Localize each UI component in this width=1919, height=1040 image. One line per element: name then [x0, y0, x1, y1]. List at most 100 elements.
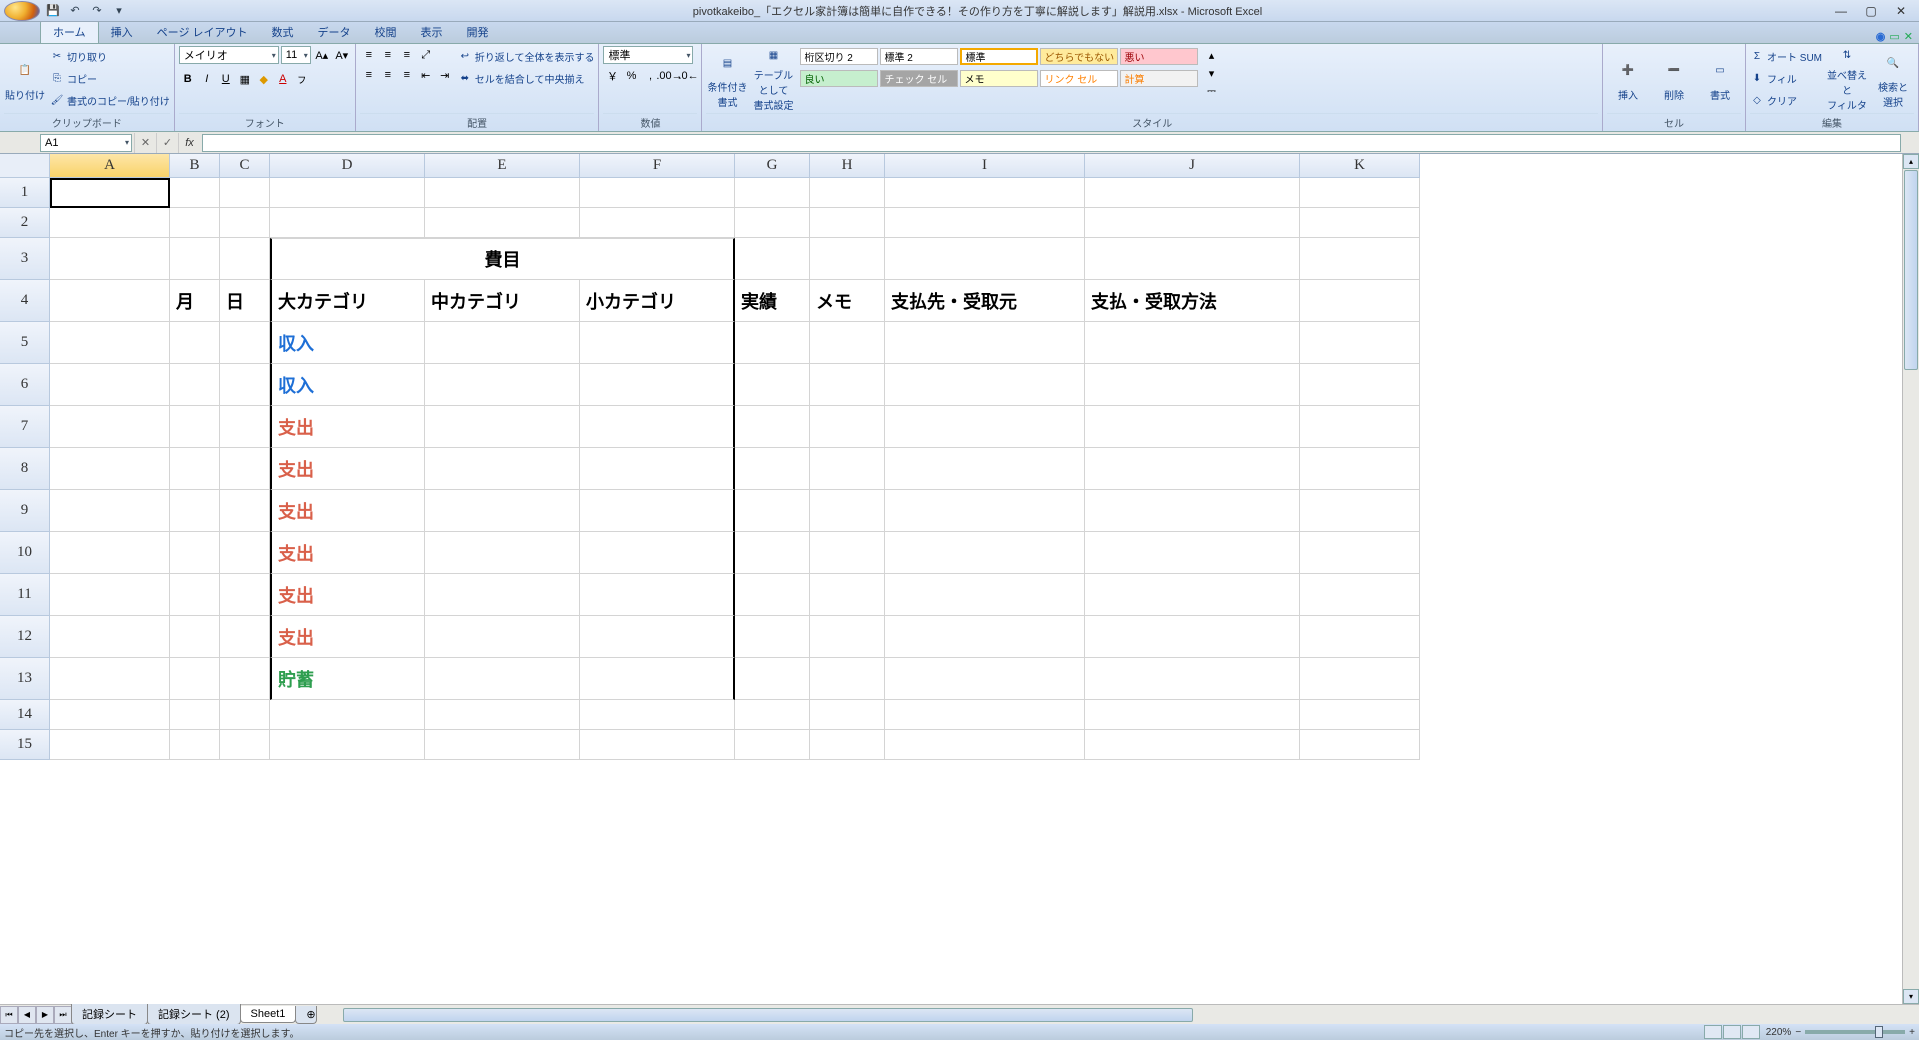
tab-insert[interactable]: 挿入 — [99, 21, 145, 43]
style-chip-neutral[interactable]: どちらでもない — [1040, 48, 1118, 65]
cell-I2[interactable] — [885, 208, 1085, 238]
cell-C5[interactable] — [220, 322, 270, 364]
page-break-view-button[interactable] — [1742, 1025, 1760, 1039]
row-header-11[interactable]: 11 — [0, 574, 50, 616]
cell-H6[interactable] — [810, 364, 885, 406]
cell-B5[interactable] — [170, 322, 220, 364]
cell-I8[interactable] — [885, 448, 1085, 490]
row-header-6[interactable]: 6 — [0, 364, 50, 406]
cell-C4[interactable]: 日 — [220, 280, 270, 322]
sheet-tab-3[interactable]: Sheet1 — [240, 1006, 297, 1023]
wrap-text-button[interactable]: ↩折り返して全体を表示する — [458, 46, 595, 66]
cell-K6[interactable] — [1300, 364, 1420, 406]
fill-button[interactable]: ⬇フィル — [1750, 68, 1822, 88]
style-scroll-down-icon[interactable]: ▾ — [1204, 64, 1218, 82]
cell-I10[interactable] — [885, 532, 1085, 574]
row-header-4[interactable]: 4 — [0, 280, 50, 322]
cell-G3[interactable] — [735, 238, 810, 280]
scroll-thumb[interactable] — [1904, 170, 1918, 370]
paste-button[interactable]: 📋 貼り付け — [4, 46, 46, 112]
cell-A5[interactable] — [50, 322, 170, 364]
row-header-13[interactable]: 13 — [0, 658, 50, 700]
style-scroll-up-icon[interactable]: ▴ — [1204, 46, 1218, 64]
cell-D3-F3-merged[interactable]: 費目 — [270, 238, 735, 280]
row-header-3[interactable]: 3 — [0, 238, 50, 280]
cell-E4[interactable]: 中カテゴリ — [425, 280, 580, 322]
cell-G15[interactable] — [735, 730, 810, 760]
cell-K11[interactable] — [1300, 574, 1420, 616]
cell-D8[interactable]: 支出 — [270, 448, 425, 490]
zoom-knob[interactable] — [1875, 1026, 1883, 1038]
cancel-formula-icon[interactable]: ✕ — [134, 133, 156, 153]
column-header-K[interactable]: K — [1300, 154, 1420, 178]
cell-B14[interactable] — [170, 700, 220, 730]
clear-button[interactable]: ◇クリア — [1750, 90, 1822, 110]
cell-F2[interactable] — [580, 208, 735, 238]
zoom-out-button[interactable]: − — [1795, 1027, 1801, 1038]
cell-I15[interactable] — [885, 730, 1085, 760]
cell-D1[interactable] — [270, 178, 425, 208]
row-header-15[interactable]: 15 — [0, 730, 50, 760]
align-middle-button[interactable]: ≡ — [379, 46, 397, 64]
first-sheet-button[interactable]: ⏮ — [0, 1006, 18, 1024]
cell-H10[interactable] — [810, 532, 885, 574]
cell-E6[interactable] — [425, 364, 580, 406]
cell-D10[interactable]: 支出 — [270, 532, 425, 574]
row-header-8[interactable]: 8 — [0, 448, 50, 490]
row-header-10[interactable]: 10 — [0, 532, 50, 574]
cell-J9[interactable] — [1085, 490, 1300, 532]
cell-K8[interactable] — [1300, 448, 1420, 490]
maximize-button[interactable]: ▢ — [1857, 2, 1885, 20]
help-icon[interactable]: ◉ — [1876, 30, 1886, 43]
zoom-level[interactable]: 220% — [1766, 1027, 1792, 1038]
cell-A8[interactable] — [50, 448, 170, 490]
style-chip-link[interactable]: リンク セル — [1040, 70, 1118, 87]
tab-page-layout[interactable]: ページ レイアウト — [145, 21, 260, 43]
row-header-7[interactable]: 7 — [0, 406, 50, 448]
cell-C10[interactable] — [220, 532, 270, 574]
cell-D2[interactable] — [270, 208, 425, 238]
redo-icon[interactable]: ↷ — [88, 3, 106, 19]
cell-I1[interactable] — [885, 178, 1085, 208]
cell-K1[interactable] — [1300, 178, 1420, 208]
page-layout-view-button[interactable] — [1723, 1025, 1741, 1039]
close-workbook-icon[interactable]: ✕ — [1904, 30, 1913, 43]
cell-E5[interactable] — [425, 322, 580, 364]
cell-I4[interactable]: 支払先・受取元 — [885, 280, 1085, 322]
conditional-format-button[interactable]: ▤条件付き 書式 — [706, 46, 748, 112]
cell-E10[interactable] — [425, 532, 580, 574]
insert-cells-button[interactable]: ➕挿入 — [1607, 46, 1649, 112]
cell-K13[interactable] — [1300, 658, 1420, 700]
undo-icon[interactable]: ↶ — [66, 3, 84, 19]
style-chip-standard[interactable]: 標準 — [960, 48, 1038, 65]
row-header-14[interactable]: 14 — [0, 700, 50, 730]
style-chip-check[interactable]: チェック セル — [880, 70, 958, 87]
tab-data[interactable]: データ — [306, 21, 363, 43]
delete-cells-button[interactable]: ➖削除 — [1653, 46, 1695, 112]
last-sheet-button[interactable]: ⏭ — [54, 1006, 72, 1024]
row-header-5[interactable]: 5 — [0, 322, 50, 364]
italic-button[interactable]: I — [198, 70, 216, 88]
cell-K10[interactable] — [1300, 532, 1420, 574]
cell-A9[interactable] — [50, 490, 170, 532]
number-format-combo[interactable]: 標準 — [603, 46, 693, 64]
column-header-G[interactable]: G — [735, 154, 810, 178]
row-header-2[interactable]: 2 — [0, 208, 50, 238]
cell-G4[interactable]: 実績 — [735, 280, 810, 322]
align-center-button[interactable]: ≡ — [379, 66, 397, 84]
cell-H11[interactable] — [810, 574, 885, 616]
cell-J14[interactable] — [1085, 700, 1300, 730]
align-right-button[interactable]: ≡ — [398, 66, 416, 84]
cell-B1[interactable] — [170, 178, 220, 208]
increase-decimal-button[interactable]: .00→ — [660, 67, 678, 85]
cell-H15[interactable] — [810, 730, 885, 760]
cell-H14[interactable] — [810, 700, 885, 730]
cell-F12[interactable] — [580, 616, 735, 658]
cell-E2[interactable] — [425, 208, 580, 238]
cell-C9[interactable] — [220, 490, 270, 532]
cell-F1[interactable] — [580, 178, 735, 208]
format-painter-button[interactable]: 🖌書式のコピー/貼り付け — [50, 90, 170, 110]
style-chip-standard2[interactable]: 標準 2 — [880, 48, 958, 65]
cell-A3[interactable] — [50, 238, 170, 280]
merge-center-button[interactable]: ⬌セルを結合して中央揃え — [458, 68, 595, 88]
